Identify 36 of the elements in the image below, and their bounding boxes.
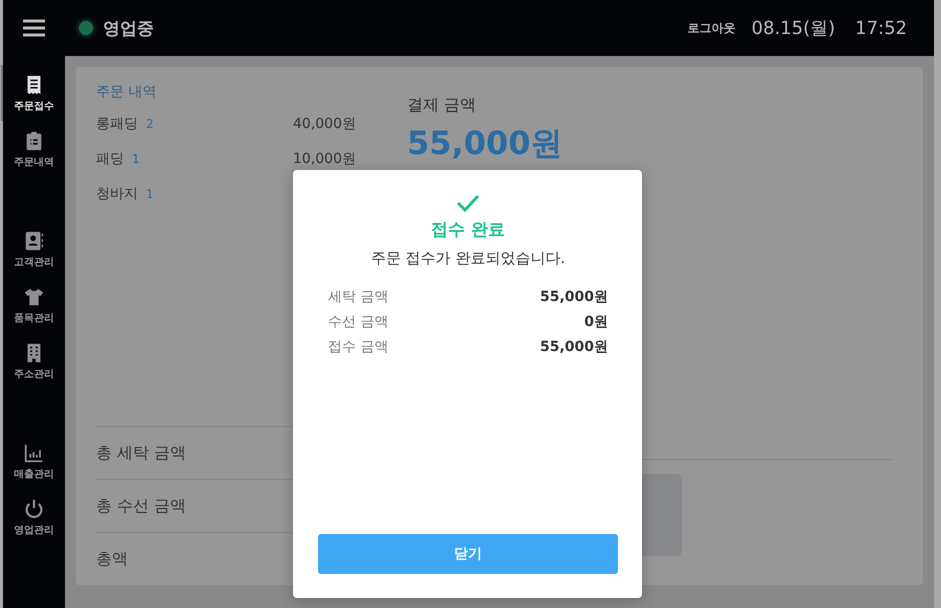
dialog-message: 주문 접수가 완료되었습니다. bbox=[370, 249, 566, 268]
item-name: 패딩 bbox=[96, 150, 124, 168]
contact-book-icon bbox=[23, 230, 45, 252]
item-price: 10,000원 bbox=[293, 150, 356, 168]
logout-link[interactable]: 로그아웃 bbox=[688, 20, 736, 36]
item-quantity: 1 bbox=[132, 152, 140, 166]
amount-value: 55,000원 bbox=[540, 338, 608, 356]
sidebar-item[interactable]: 고객관리 bbox=[1, 221, 65, 277]
item-price: 40,000원 bbox=[293, 115, 356, 133]
total-label: 총 수선 금액 bbox=[96, 496, 186, 516]
item-name: 청바지 bbox=[96, 185, 138, 203]
date-text: 08.15(월) bbox=[752, 17, 836, 40]
time-text: 17:52 bbox=[855, 18, 907, 38]
total-label: 총액 bbox=[96, 548, 128, 570]
sidebar-item[interactable]: 품목관리 bbox=[1, 277, 65, 333]
sidebar-item[interactable]: 매출관리 bbox=[1, 433, 65, 489]
item-quantity: 1 bbox=[146, 187, 154, 201]
amount-label: 수선 금액 bbox=[328, 313, 388, 331]
payment-label: 결제 금액 bbox=[407, 95, 478, 116]
menu-icon[interactable] bbox=[23, 19, 45, 37]
amount-label: 세탁 금액 bbox=[328, 288, 388, 306]
amount-value: 55,000원 bbox=[540, 288, 608, 306]
amount-value: 0원 bbox=[584, 313, 608, 331]
item-quantity: 2 bbox=[146, 117, 154, 131]
payment-amount: 55,000원 bbox=[407, 123, 564, 164]
section-title: 주문 내역 bbox=[96, 83, 158, 101]
amount-label: 접수 금액 bbox=[328, 338, 388, 356]
status-label: 영업중 bbox=[103, 18, 154, 40]
sidebar-item[interactable]: 주문내역 bbox=[1, 121, 65, 177]
item-name: 롱패딩 bbox=[96, 115, 138, 133]
check-icon bbox=[456, 194, 480, 212]
power-icon bbox=[23, 498, 45, 520]
dialog-title: 접수 완료 bbox=[431, 219, 505, 241]
sidebar-item[interactable]: 주소관리 bbox=[1, 333, 65, 389]
total-label: 총 세탁 금액 bbox=[96, 442, 186, 464]
sidebar-item[interactable]: 영업관리 bbox=[1, 489, 65, 545]
